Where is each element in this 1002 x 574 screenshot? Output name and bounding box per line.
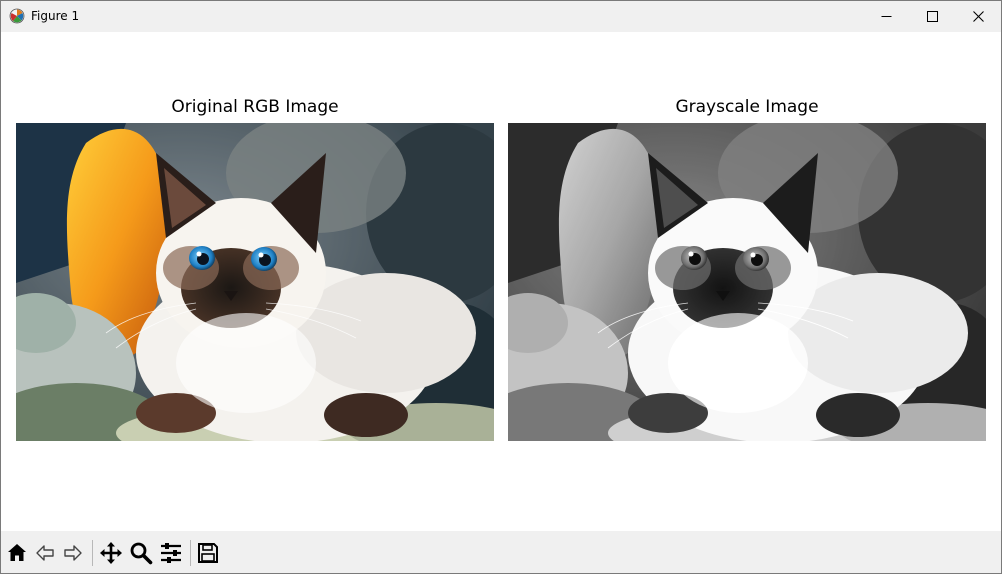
- left-axes-title: Original RGB Image: [171, 97, 339, 117]
- back-button[interactable]: [32, 540, 58, 566]
- minimize-button[interactable]: [863, 1, 909, 32]
- home-button[interactable]: [4, 540, 30, 566]
- forward-arrow-icon: [64, 545, 82, 561]
- maximize-icon: [926, 11, 938, 22]
- minimize-icon: [881, 16, 891, 17]
- toolbar-separator: [92, 540, 93, 566]
- right-axes-title: Grayscale Image: [675, 97, 819, 117]
- grayscale-image: [508, 123, 986, 441]
- home-icon: [8, 544, 26, 561]
- move-icon: [100, 542, 122, 564]
- window-title: Figure 1: [31, 9, 80, 23]
- floppy-disk-icon: [198, 543, 218, 563]
- pan-button[interactable]: [98, 540, 124, 566]
- figure-canvas[interactable]: Original RGB Image Grayscale Image: [1, 32, 1001, 531]
- forward-button[interactable]: [60, 540, 86, 566]
- maximize-button[interactable]: [909, 1, 955, 32]
- magnifier-icon: [130, 542, 153, 565]
- toolbar-separator: [190, 540, 191, 566]
- figure-window: Figure 1 Original RGB Image Grayscale Im…: [0, 0, 1002, 574]
- configure-subplots-button[interactable]: [158, 540, 184, 566]
- close-button[interactable]: [955, 1, 1001, 32]
- matplotlib-app-icon: [9, 8, 25, 24]
- back-arrow-icon: [36, 545, 54, 561]
- title-bar[interactable]: Figure 1: [1, 1, 1001, 32]
- navigation-toolbar: [1, 531, 1001, 573]
- original-rgb-image: [16, 123, 494, 441]
- close-icon: [972, 11, 984, 22]
- sliders-icon: [161, 543, 181, 563]
- zoom-button[interactable]: [128, 540, 154, 566]
- save-button[interactable]: [195, 540, 221, 566]
